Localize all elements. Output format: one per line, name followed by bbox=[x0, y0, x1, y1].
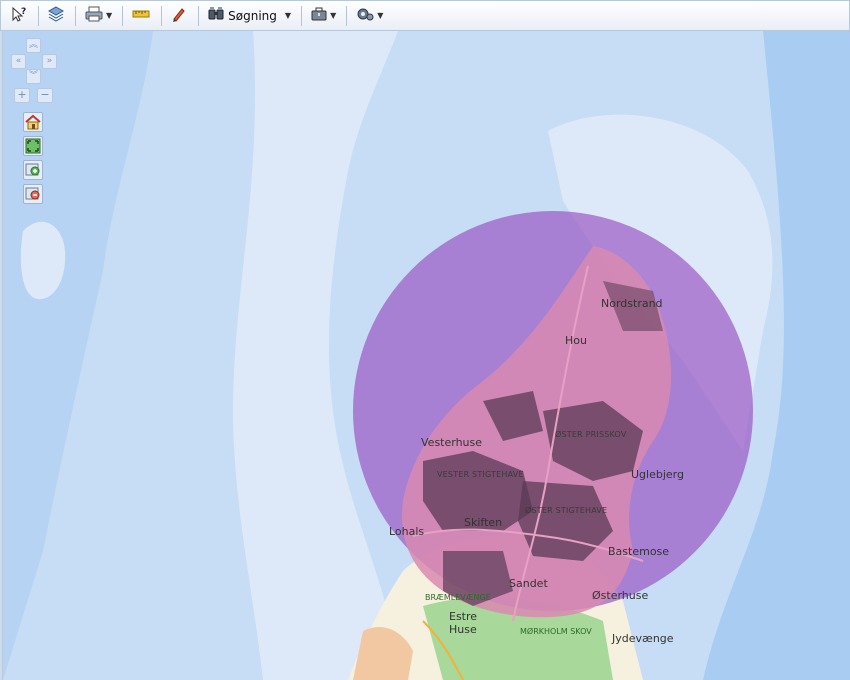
svg-text:?: ? bbox=[21, 7, 26, 17]
printer-icon bbox=[84, 5, 104, 27]
map-canvas bbox=[3, 31, 850, 680]
chevron-down-icon: ︾ bbox=[28, 71, 38, 81]
place-label-bastemose: Bastemose bbox=[608, 545, 670, 558]
zoom-box-in-icon bbox=[24, 161, 42, 179]
search-button[interactable]: Søgning ▼ bbox=[204, 4, 294, 28]
home-icon bbox=[24, 113, 42, 131]
place-label-hou: Hou bbox=[565, 334, 587, 347]
plus-icon: + bbox=[17, 88, 27, 101]
zoom-out-button[interactable]: − bbox=[37, 88, 53, 103]
toolbar: ? ▼ Søgning ▼ ▼ ▼ bbox=[0, 0, 850, 31]
place-label-lohals: Lohals bbox=[389, 525, 425, 538]
layers-button[interactable] bbox=[44, 4, 68, 28]
place-label-sandet: Sandet bbox=[509, 577, 548, 590]
zoom-box-out-icon bbox=[24, 185, 42, 203]
place-label-nordstrand: Nordstrand bbox=[601, 297, 663, 310]
ruler-icon bbox=[131, 5, 151, 27]
zoom-box-out-button[interactable] bbox=[23, 184, 43, 204]
zoom-box-in-button[interactable] bbox=[23, 160, 43, 180]
print-button[interactable]: ▼ bbox=[81, 4, 115, 28]
gear-icon bbox=[355, 5, 375, 27]
map-view[interactable]: Nordstrand Hou Vesterhuse ØSTER PRISSKOV… bbox=[2, 31, 850, 680]
place-label-skiften: Skiften bbox=[464, 516, 503, 529]
minus-icon: − bbox=[40, 88, 50, 101]
toolbar-separator bbox=[38, 5, 39, 26]
zoom-in-button[interactable]: + bbox=[14, 88, 30, 103]
chevron-right-icon: » bbox=[46, 56, 53, 66]
search-binoculars-icon bbox=[207, 5, 225, 27]
measure-button[interactable] bbox=[128, 4, 154, 28]
home-button[interactable] bbox=[23, 112, 43, 132]
chevron-up-icon: ︽ bbox=[28, 40, 38, 50]
pan-left-button[interactable]: « bbox=[11, 54, 26, 69]
place-label-oster-stigtehave: ØSTER STIGTEHAVE bbox=[525, 506, 608, 515]
place-label-vester-stigtehave: VESTER STIGTEHAVE bbox=[437, 470, 524, 479]
toolbar-separator bbox=[198, 5, 200, 26]
toolbar-separator bbox=[346, 5, 348, 26]
toolbar-separator bbox=[301, 5, 303, 26]
full-extent-button[interactable] bbox=[23, 136, 43, 156]
toolbar-separator bbox=[75, 5, 76, 26]
draw-button[interactable] bbox=[167, 4, 191, 28]
place-label-braemlevaenge: BRÆMLEVÆNGE bbox=[425, 593, 491, 602]
place-label-jydevaenge: Jydevænge bbox=[612, 632, 674, 645]
search-dropdown-caret-icon: ▼ bbox=[284, 11, 292, 20]
pan-right-button[interactable]: » bbox=[42, 54, 57, 69]
full-extent-icon bbox=[24, 137, 42, 155]
settings-dropdown-caret-icon: ▼ bbox=[377, 11, 384, 20]
place-label-estre: Estre bbox=[449, 610, 478, 623]
print-dropdown-caret-icon: ▼ bbox=[106, 11, 113, 20]
help-button[interactable]: ? bbox=[7, 4, 31, 28]
place-label-oster-prisskov: ØSTER PRISSKOV bbox=[555, 430, 627, 439]
place-label-huse: Huse bbox=[449, 623, 477, 636]
pan-down-button[interactable]: ︾ bbox=[26, 69, 41, 84]
pan-up-button[interactable]: ︽ bbox=[26, 38, 41, 53]
help-pointer-icon: ? bbox=[10, 5, 28, 27]
place-label-morkholm-skov: MØRKHOLM SKOV bbox=[520, 627, 592, 636]
place-label-uglebjerg: Uglebjerg bbox=[631, 468, 684, 481]
layers-icon bbox=[47, 5, 65, 27]
pen-icon bbox=[170, 5, 188, 27]
settings-button[interactable]: ▼ bbox=[352, 4, 386, 28]
toolbar-separator bbox=[161, 5, 163, 26]
place-label-osterhuse: Østerhuse bbox=[592, 589, 649, 602]
tools-dropdown-caret-icon: ▼ bbox=[330, 11, 337, 20]
toolbar-separator bbox=[122, 5, 124, 26]
place-label-vesterhuse: Vesterhuse bbox=[421, 436, 483, 449]
search-label: Søgning bbox=[228, 8, 277, 23]
briefcase-icon bbox=[310, 5, 328, 27]
chevron-left-icon: « bbox=[15, 56, 22, 66]
tools-button[interactable]: ▼ bbox=[307, 4, 339, 28]
